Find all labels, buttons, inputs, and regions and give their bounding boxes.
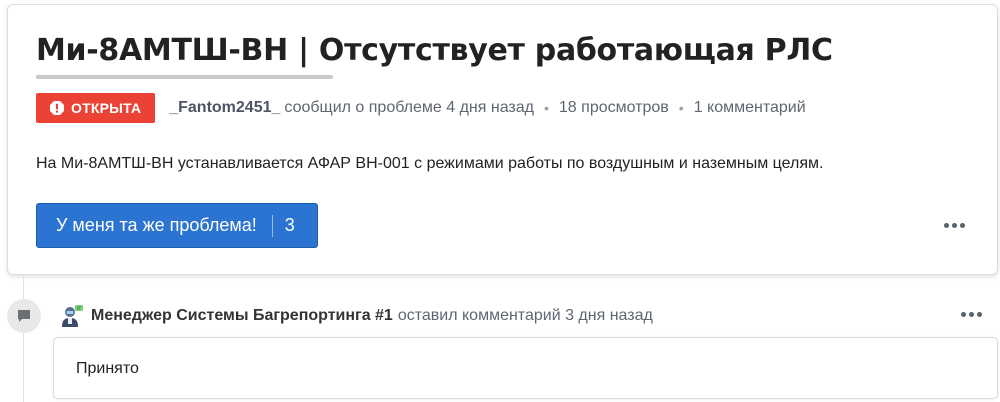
separator-dot: • <box>544 100 549 116</box>
status-badge: ОТКРЫТА <box>36 93 156 123</box>
timeline-line <box>23 275 24 402</box>
issue-meta: ОТКРЫТА _Fantom2451_ сообщил о проблеме … <box>36 93 806 123</box>
issue-title: Ми-8АМТШ-ВН | Отсутствует работающая РЛС <box>36 33 833 68</box>
same-issue-count: 3 <box>284 215 295 235</box>
title-underline <box>36 75 333 79</box>
same-issue-button[interactable]: У меня та же проблема! 3 <box>36 203 318 248</box>
comment-text: Принято <box>76 360 139 377</box>
comment-author-link[interactable]: Менеджер Системы Багрепортинга #1 <box>91 307 393 325</box>
comment-body: Принято <box>53 337 998 399</box>
comments-count: 1 комментарий <box>693 99 806 116</box>
more-options-icon[interactable] <box>944 223 965 228</box>
comment-more-options-icon[interactable] <box>961 312 982 317</box>
issue-description: На Ми-8АМТШ-ВН устанавливается АФАР ВН-0… <box>36 155 824 172</box>
separator-dot: • <box>678 100 684 116</box>
alert-icon <box>50 101 64 115</box>
comment-icon <box>7 299 41 333</box>
button-divider <box>271 214 273 237</box>
views-count: 18 просмотров <box>558 99 669 116</box>
comment-header: Менеджер Системы Багрепортинга #1 остави… <box>60 300 653 332</box>
issue-author-link[interactable]: _Fantom2451_ <box>169 99 280 117</box>
issue-card: Ми-8АМТШ-ВН | Отсутствует работающая РЛС… <box>7 4 998 275</box>
same-issue-label: У меня та же проблема! <box>56 215 257 235</box>
status-label: ОТКРЫТА <box>71 100 142 116</box>
comment-action-text: оставил комментарий 3 дня назад <box>397 307 653 324</box>
avatar[interactable] <box>60 304 84 328</box>
reported-text: сообщил о проблеме 4 дня назад <box>284 99 534 116</box>
chat-bubble-icon <box>18 310 30 322</box>
